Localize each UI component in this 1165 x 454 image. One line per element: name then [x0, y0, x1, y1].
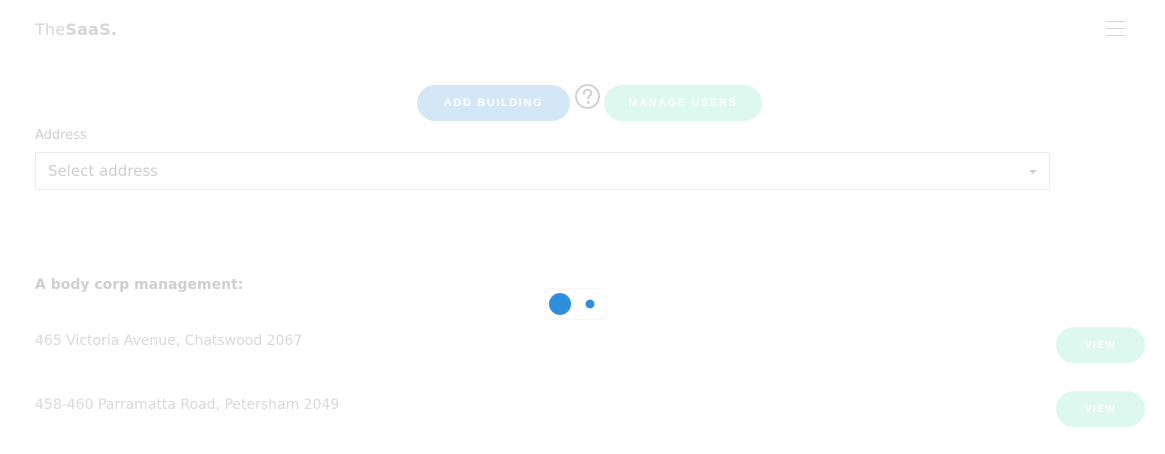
logo-bold-text: SaaS [65, 20, 111, 39]
building-address: 465 Victoria Avenue, Chatswood 2067 [35, 333, 303, 349]
address-select[interactable]: Select address [35, 152, 1050, 190]
chevron-down-icon [1029, 170, 1037, 174]
address-label: Address [35, 128, 87, 143]
logo-dot: . [110, 20, 118, 39]
address-select-placeholder: Select address [48, 162, 158, 180]
building-address: 458-460 Parramatta Road, Petersham 2049 [35, 397, 340, 413]
list-item: 458-460 Parramatta Road, Petersham 2049 … [35, 391, 1145, 427]
list-item: 465 Victoria Avenue, Chatswood 2067 VIEW [35, 327, 1145, 363]
section-title: A body corp management: [35, 277, 244, 293]
logo[interactable]: TheSaaS. [35, 20, 117, 39]
hamburger-line [1106, 21, 1125, 22]
question-circle-icon[interactable] [574, 83, 601, 110]
hamburger-icon[interactable] [1106, 21, 1125, 37]
view-button[interactable]: VIEW [1056, 391, 1145, 427]
view-button[interactable]: VIEW [1056, 327, 1145, 363]
hamburger-line [1106, 28, 1125, 29]
add-building-button[interactable]: ADD BUILDING [417, 85, 570, 121]
page: TheSaaS. ADD BUILDING MANAGE USERS Addre… [0, 0, 1165, 454]
manage-users-button[interactable]: MANAGE USERS [604, 85, 762, 121]
loading-spinner-icon [545, 288, 607, 320]
logo-light-text: The [35, 20, 66, 39]
hamburger-line [1106, 35, 1125, 36]
